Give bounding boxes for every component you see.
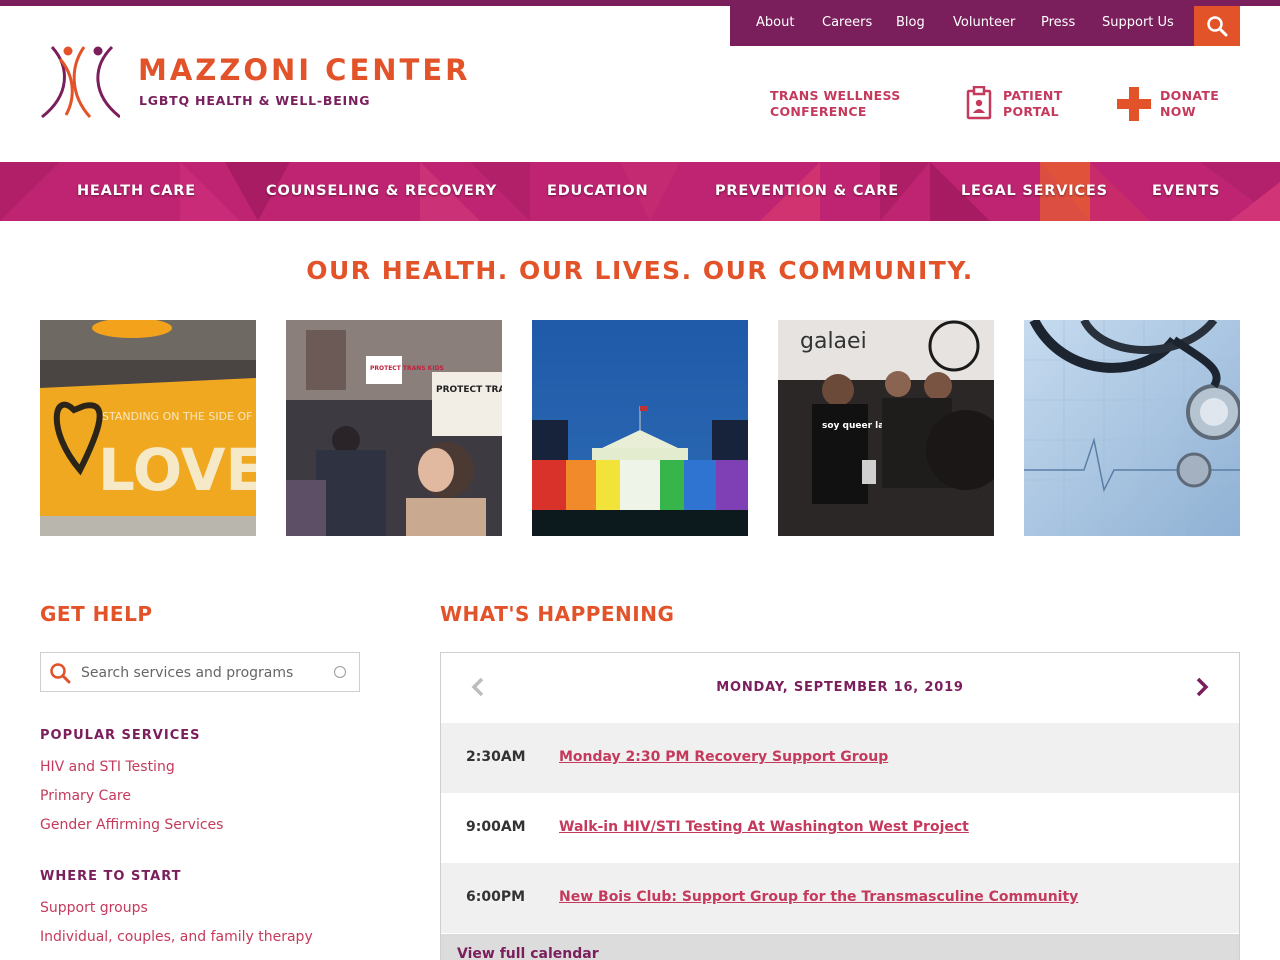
banner-small-text: STANDING ON THE SIDE OF <box>102 410 253 423</box>
sign-protect-lives: PROTECT TRANS LIVES <box>436 385 502 395</box>
services-search <box>40 652 360 692</box>
whats-happening-title: WHAT'S HAPPENING <box>440 602 675 626</box>
sign-protect-kids: PROTECT TRANS KIDS <box>370 365 444 372</box>
main-nav: HEALTH CARE COUNSELING & RECOVERY EDUCAT… <box>0 162 1280 221</box>
services-search-input[interactable] <box>81 661 321 685</box>
photo-love-banner[interactable]: STANDING ON THE SIDE OF LOVE <box>40 320 256 536</box>
banner-love-text: LOVE <box>98 436 256 504</box>
site-search-button[interactable] <box>1194 6 1240 46</box>
next-day-button[interactable] <box>1195 677 1209 701</box>
utility-nav: About Careers Blog Volunteer Press Suppo… <box>730 6 1240 46</box>
popular-services-heading: POPULAR SERVICES <box>40 728 201 743</box>
link-therapy[interactable]: Individual, couples, and family therapy <box>40 929 313 945</box>
link-support-groups[interactable]: Support groups <box>40 900 148 916</box>
utility-link-press[interactable]: Press <box>1041 6 1075 40</box>
photo-galaei-event[interactable]: galaei soy queer latino <box>778 320 994 536</box>
quick-link-label: PATIENT PORTAL <box>1003 88 1063 119</box>
event-time: 9:00AM <box>466 819 526 835</box>
utility-link-blog[interactable]: Blog <box>896 6 925 40</box>
search-icon <box>50 663 71 684</box>
utility-link-careers[interactable]: Careers <box>822 6 872 40</box>
event-row: 2:30AM Monday 2:30 PM Recovery Support G… <box>441 723 1239 793</box>
event-row: 6:00PM New Bois Club: Support Group for … <box>441 863 1239 933</box>
logo-mark-icon <box>41 45 120 119</box>
event-link[interactable]: Walk-in HIV/STI Testing At Washington We… <box>559 819 969 835</box>
brand-tagline: LGBTQ HEALTH & WELL-BEING <box>139 93 371 108</box>
events-calendar: MONDAY, SEPTEMBER 16, 2019 2:30AM Monday… <box>440 652 1240 960</box>
utility-link-volunteer[interactable]: Volunteer <box>953 6 1015 40</box>
photo-stethoscope[interactable] <box>1024 320 1240 536</box>
event-time: 2:30AM <box>466 749 526 765</box>
event-link[interactable]: New Bois Club: Support Group for the Tra… <box>559 889 1078 905</box>
quick-link-label: DONATE NOW <box>1160 88 1220 119</box>
where-to-start-heading: WHERE TO START <box>40 869 182 884</box>
plus-icon <box>1117 87 1151 121</box>
loading-icon <box>334 666 346 678</box>
utility-link-support-us[interactable]: Support Us <box>1102 6 1174 40</box>
search-icon <box>1207 16 1228 37</box>
hero-headline: OUR HEALTH. OUR LIVES. OUR COMMUNITY. <box>306 256 974 285</box>
nav-events[interactable]: EVENTS <box>1152 162 1220 221</box>
quick-link-patient-portal[interactable]: PATIENT PORTAL <box>966 86 1063 120</box>
nav-counseling-recovery[interactable]: COUNSELING & RECOVERY <box>266 162 497 221</box>
calendar-date: MONDAY, SEPTEMBER 16, 2019 <box>716 680 964 695</box>
link-primary-care[interactable]: Primary Care <box>40 788 131 804</box>
quick-link-donate[interactable]: DONATE NOW <box>1117 87 1220 121</box>
galaei-sign: galaei <box>800 329 867 354</box>
quick-link-trans-wellness[interactable]: TRANS WELLNESS CONFERENCE <box>770 88 901 120</box>
calendar-header: MONDAY, SEPTEMBER 16, 2019 <box>441 653 1239 723</box>
link-hiv-sti-testing[interactable]: HIV and STI Testing <box>40 759 175 775</box>
photo-white-house-rainbow[interactable] <box>532 320 748 536</box>
event-link[interactable]: Monday 2:30 PM Recovery Support Group <box>559 749 888 765</box>
link-gender-affirming[interactable]: Gender Affirming Services <box>40 817 223 833</box>
nav-education[interactable]: EDUCATION <box>547 162 648 221</box>
site-logo[interactable]: MAZZONI CENTER LGBTQ HEALTH & WELL-BEING <box>40 45 467 123</box>
nav-legal-services[interactable]: LEGAL SERVICES <box>961 162 1108 221</box>
event-time: 6:00PM <box>466 889 526 905</box>
clipboard-icon <box>966 86 992 120</box>
view-full-calendar-link[interactable]: View full calendar <box>457 946 599 960</box>
nav-health-care[interactable]: HEALTH CARE <box>77 162 196 221</box>
photo-trans-rally[interactable]: PROTECT TRANS KIDS PROTECT TRANS LIVES <box>286 320 502 536</box>
nav-prevention-care[interactable]: PREVENTION & CARE <box>715 162 899 221</box>
chevron-right-icon <box>1196 677 1209 697</box>
calendar-footer: View full calendar <box>441 934 1239 960</box>
get-help-title: GET HELP <box>40 602 153 626</box>
brand-name: MAZZONI CENTER <box>138 53 471 87</box>
quick-link-label: TRANS WELLNESS CONFERENCE <box>770 88 901 119</box>
event-row: 9:00AM Walk-in HIV/STI Testing At Washin… <box>441 793 1239 863</box>
utility-link-about[interactable]: About <box>756 6 794 40</box>
